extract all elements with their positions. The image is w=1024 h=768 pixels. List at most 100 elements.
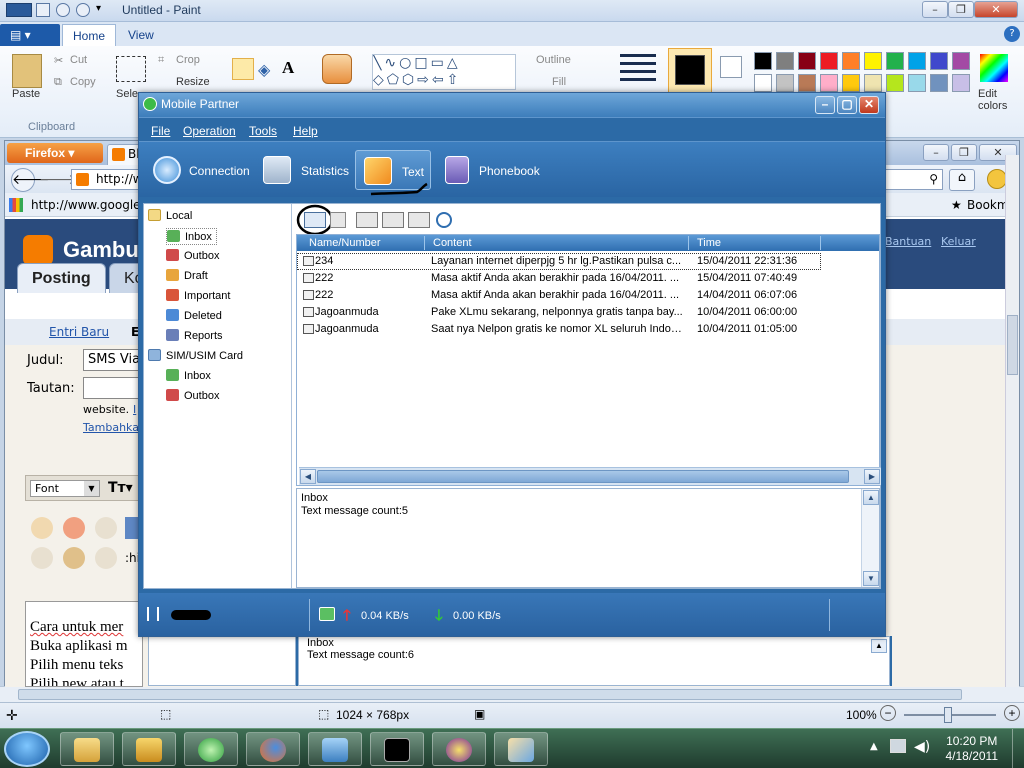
mp-minimize-button[interactable]: –: [815, 96, 835, 114]
tree-item-sim-inbox[interactable]: Inbox: [166, 368, 211, 385]
pencil-icon[interactable]: [232, 58, 254, 80]
table-row[interactable]: 234 Layanan internet diperpjg 5 hr lg.Pa…: [297, 253, 821, 270]
table-row[interactable]: Jagoanmuda Saat nya Nelpon gratis ke nom…: [297, 321, 879, 338]
paint-menu-button[interactable]: ▤ ▾: [0, 24, 60, 46]
tautan-input[interactable]: [83, 377, 143, 399]
bookmark-google-link[interactable]: http://www.google.c: [31, 198, 151, 212]
palette-color-swatch[interactable]: [952, 52, 970, 70]
scroll-up-button[interactable]: ▲: [863, 490, 879, 505]
palette-color-swatch[interactable]: [886, 52, 904, 70]
blogger-logo-icon[interactable]: [23, 235, 53, 265]
undo-icon[interactable]: [56, 3, 70, 17]
shapes-gallery-icon[interactable]: ╲∿○□▭△ ◇⬠⬡⇨⇦⇧: [372, 54, 516, 90]
customize-toolbar-icon[interactable]: ▾: [96, 3, 110, 17]
taskbar-winamp[interactable]: [122, 732, 176, 766]
menu-tools[interactable]: Tools: [249, 124, 277, 138]
taskbar-yahoo-messenger[interactable]: [432, 732, 486, 766]
home-button[interactable]: ⌂: [949, 169, 975, 191]
network-tray-icon[interactable]: [890, 739, 906, 753]
volume-tray-icon[interactable]: ◀): [914, 739, 930, 755]
tree-item-local-inbox[interactable]: Inbox: [166, 228, 217, 245]
edit-colors-button[interactable]: Edit colors: [978, 88, 1016, 112]
palette-color-swatch[interactable]: [798, 74, 816, 92]
select-icon[interactable]: [116, 56, 146, 82]
column-content[interactable]: Content: [425, 236, 689, 250]
outline-button[interactable]: Outline: [536, 54, 571, 66]
taskbar-command-prompt[interactable]: [370, 732, 424, 766]
emoticon-icon[interactable]: [63, 517, 85, 539]
emoticon-icon[interactable]: [63, 547, 85, 569]
info-vscroll[interactable]: ▲ ▼: [861, 489, 879, 587]
blog-link-keluar[interactable]: Keluar: [941, 235, 976, 248]
paste-label[interactable]: Paste: [12, 88, 40, 100]
paint-horizontal-scrollbar[interactable]: [0, 686, 1024, 702]
taskbar-explorer[interactable]: [60, 732, 114, 766]
palette-color-swatch[interactable]: [776, 74, 794, 92]
paint-close-button[interactable]: ✕: [974, 1, 1018, 18]
menu-operation[interactable]: Operation: [183, 124, 236, 138]
palette-color-swatch[interactable]: [952, 74, 970, 92]
fill-button[interactable]: Fill: [552, 76, 566, 88]
zoom-out-button[interactable]: −: [880, 705, 896, 721]
text-tool-icon[interactable]: A: [282, 58, 300, 78]
table-row[interactable]: 222 Masa aktif Anda akan berakhir pada 1…: [297, 287, 879, 304]
tambahkan-link[interactable]: Tambahka: [83, 421, 139, 434]
brush-icon[interactable]: [322, 54, 352, 84]
message-list-scroll-thumb[interactable]: [317, 470, 849, 483]
tree-item-draft[interactable]: Draft: [166, 268, 208, 285]
select-button[interactable]: Sele: [116, 88, 138, 100]
paste-icon[interactable]: [12, 54, 42, 88]
copy-button[interactable]: Copy: [70, 76, 96, 88]
search-icon[interactable]: ⚲: [929, 172, 938, 186]
palette-color-swatch[interactable]: [842, 52, 860, 70]
palette-color-swatch[interactable]: [842, 74, 860, 92]
zoom-in-button[interactable]: +: [1004, 705, 1020, 721]
start-button[interactable]: [4, 731, 50, 767]
emoticon-icon[interactable]: [95, 547, 117, 569]
help-icon[interactable]: ?: [1004, 26, 1020, 42]
taskbar-clock[interactable]: 10:20 PM 4/18/2011: [946, 734, 999, 764]
forward-message-icon[interactable]: [408, 212, 430, 228]
resize-button[interactable]: Resize: [176, 76, 210, 88]
font-select[interactable]: Font ▼: [30, 480, 100, 497]
redo-icon[interactable]: [76, 3, 90, 17]
crop-button[interactable]: Crop: [176, 54, 200, 66]
palette-color-swatch[interactable]: [864, 74, 882, 92]
palette-color-swatch[interactable]: [930, 52, 948, 70]
copy-icon[interactable]: ⧉: [54, 76, 62, 89]
mp2-scroll-up-button[interactable]: ▲: [871, 639, 887, 653]
palette-color-swatch[interactable]: [754, 74, 772, 92]
color1-swatch[interactable]: [675, 55, 705, 85]
tree-node-sim-card[interactable]: SIM/USIM Card: [148, 348, 243, 365]
paint-scroll-thumb[interactable]: [18, 689, 962, 700]
emoticon-icon[interactable]: [95, 517, 117, 539]
color2-swatch[interactable]: [720, 56, 742, 78]
palette-color-swatch[interactable]: [908, 74, 926, 92]
palette-color-swatch[interactable]: [886, 74, 904, 92]
firefox-menu-button[interactable]: Firefox ▾: [7, 143, 103, 163]
reply-message-icon[interactable]: [382, 212, 404, 228]
forward-button[interactable]: 🡒: [39, 171, 77, 189]
message-list-hscroll[interactable]: ◀ ▶: [299, 467, 881, 485]
tab-phonebook[interactable]: Phonebook: [441, 150, 551, 190]
palette-color-swatch[interactable]: [798, 52, 816, 70]
table-row[interactable]: 222 Masa aktif Anda akan berakhir pada 1…: [297, 270, 879, 287]
scroll-down-button[interactable]: ▼: [863, 571, 879, 586]
column-name-number[interactable]: Name/Number: [301, 236, 425, 250]
emoticon-icon[interactable]: [31, 547, 53, 569]
firefox-minimize-button[interactable]: –: [923, 144, 949, 161]
cut-icon[interactable]: ✂: [54, 54, 63, 67]
blog-link-bantuan[interactable]: Bantuan: [885, 235, 931, 248]
judul-input[interactable]: SMS Via: [83, 349, 143, 371]
emoticon-icon[interactable]: [31, 517, 53, 539]
paint-minimize-button[interactable]: –: [922, 1, 948, 18]
firefox-scroll-thumb[interactable]: [1007, 315, 1018, 375]
addon-smiley-icon[interactable]: [987, 169, 1007, 189]
taskbar-paint[interactable]: [494, 732, 548, 766]
tab-statistics[interactable]: Statistics: [261, 150, 357, 190]
line-size-icon[interactable]: [620, 54, 656, 84]
taskbar-mobile-partner[interactable]: [184, 732, 238, 766]
post-body-editor[interactable]: Cara untuk mer Buka aplikasi m Pilih men…: [25, 601, 143, 687]
tree-item-sim-outbox[interactable]: Outbox: [166, 388, 219, 405]
address-bar[interactable]: http://w: [71, 169, 143, 190]
